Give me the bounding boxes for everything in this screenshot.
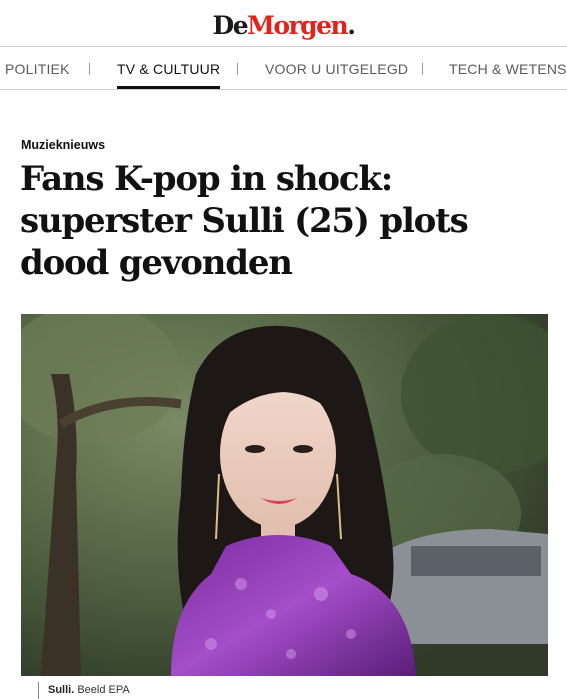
de-morgen-logo[interactable]: DeMorgen.	[212, 10, 356, 40]
logo-de: De	[212, 10, 249, 40]
nav-separator	[89, 63, 90, 75]
nav-item-tech-wetenschap[interactable]: TECH & WETENSCH	[449, 47, 567, 89]
article-headline: Fans K-pop in shock: superster Sulli (25…	[20, 158, 550, 284]
nav-item-voor-u-uitgelegd[interactable]: VOOR U UITGELEGD	[265, 47, 408, 89]
nav-separator	[237, 63, 238, 75]
photo-illustration	[21, 314, 548, 676]
nav-item-politiek[interactable]: POLITIEK	[5, 47, 70, 89]
caption-credit: Beeld EPA	[77, 684, 130, 696]
nav-separator	[422, 63, 423, 75]
headline-line-3: dood gevonden	[20, 243, 293, 283]
logo-morgen: Morgen	[247, 10, 349, 40]
section-nav: POLITIEK TV & CULTUUR VOOR U UITGELEGD T…	[0, 46, 567, 90]
masthead: DeMorgen.	[0, 0, 567, 46]
logo-dot: .	[347, 10, 356, 40]
caption-name: Sulli.	[48, 684, 75, 696]
photo-caption: Sulli. Beeld EPA	[38, 682, 130, 699]
headline-line-1: Fans K-pop in shock:	[20, 159, 393, 199]
nav-item-tv-cultuur[interactable]: TV & CULTUUR	[117, 47, 221, 89]
article-hero-photo[interactable]	[21, 314, 548, 676]
headline-line-2: superster Sulli (25) plots	[20, 201, 469, 241]
article-kicker[interactable]: Muzieknieuws	[21, 138, 105, 152]
